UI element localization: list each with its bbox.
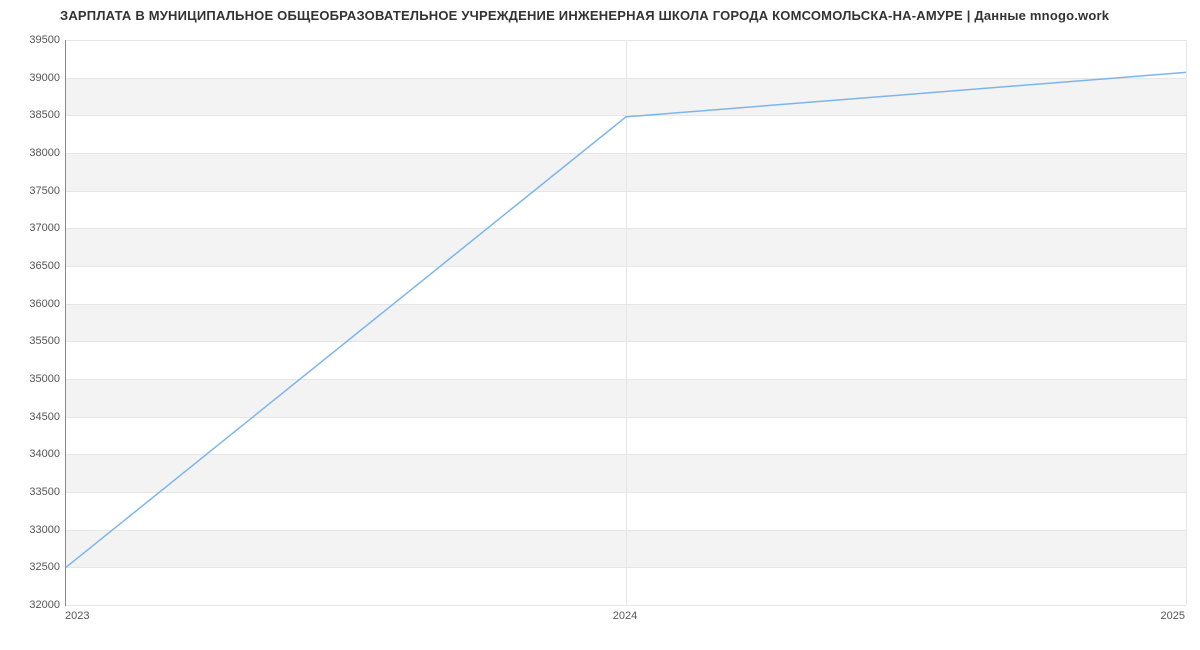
grid-line bbox=[66, 605, 1186, 606]
chart-title: ЗАРПЛАТА В МУНИЦИПАЛЬНОЕ ОБЩЕОБРАЗОВАТЕЛ… bbox=[60, 8, 1109, 23]
grid-line bbox=[1186, 40, 1187, 605]
y-tick-label: 34000 bbox=[5, 448, 60, 460]
x-tick-label: 2024 bbox=[613, 610, 637, 622]
y-tick-label: 33000 bbox=[5, 524, 60, 536]
y-tick-label: 39500 bbox=[5, 34, 60, 46]
y-tick-label: 37000 bbox=[5, 222, 60, 234]
plot-area bbox=[65, 40, 1186, 606]
y-tick-label: 33500 bbox=[5, 486, 60, 498]
y-tick-label: 35000 bbox=[5, 373, 60, 385]
y-tick-label: 39000 bbox=[5, 72, 60, 84]
y-tick-label: 37500 bbox=[5, 185, 60, 197]
x-tick-label: 2025 bbox=[1161, 610, 1185, 622]
y-tick-label: 36000 bbox=[5, 298, 60, 310]
series-line bbox=[66, 72, 1186, 567]
y-tick-label: 32500 bbox=[5, 561, 60, 573]
y-tick-label: 32000 bbox=[5, 599, 60, 611]
y-tick-label: 34500 bbox=[5, 411, 60, 423]
y-tick-label: 38500 bbox=[5, 109, 60, 121]
y-tick-label: 36500 bbox=[5, 260, 60, 272]
x-tick-label: 2023 bbox=[65, 610, 89, 622]
line-series bbox=[66, 40, 1186, 605]
chart-container: ЗАРПЛАТА В МУНИЦИПАЛЬНОЕ ОБЩЕОБРАЗОВАТЕЛ… bbox=[0, 0, 1200, 650]
y-tick-label: 35500 bbox=[5, 335, 60, 347]
y-tick-label: 38000 bbox=[5, 147, 60, 159]
